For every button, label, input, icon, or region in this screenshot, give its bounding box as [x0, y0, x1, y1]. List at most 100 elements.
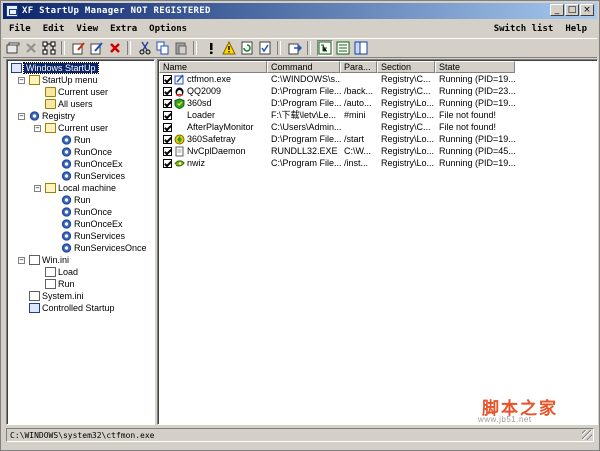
- enable-checkbox[interactable]: [163, 75, 172, 84]
- folder-icon: [45, 87, 56, 97]
- tree-node-startup-menu[interactable]: StartUp menu: [29, 74, 98, 86]
- tree-node-all-users[interactable]: All users: [45, 98, 93, 110]
- table-row[interactable]: ctfmon.exe C:\WINDOWS\s... Registry\C...…: [159, 74, 595, 85]
- collapse-toggle[interactable]: −: [18, 77, 25, 84]
- column-header-state[interactable]: State: [435, 61, 515, 73]
- tree-node-lm-runservicesonce[interactable]: RunServicesOnce: [61, 242, 147, 254]
- table-row[interactable]: 360Safetray D:\Program File... /start Re…: [159, 134, 595, 145]
- tree-node-lm-runonceex[interactable]: RunOnceEx: [61, 218, 123, 230]
- collapse-toggle[interactable]: −: [18, 257, 25, 264]
- row-command: D:\Program File...: [271, 134, 341, 144]
- tree-node-label: Registry: [42, 111, 76, 121]
- minimize-button[interactable]: _: [550, 4, 564, 16]
- menu-options[interactable]: Options: [143, 24, 193, 34]
- tree-node-load[interactable]: Load: [45, 266, 78, 278]
- table-row[interactable]: AfterPlayMonitor C:\Users\Admin... Regis…: [159, 122, 595, 133]
- enable-checkbox[interactable]: [163, 135, 172, 144]
- toolbar-separator: [61, 41, 65, 55]
- table-row[interactable]: nwiz C:\Program File... /inst... Registr…: [159, 158, 595, 169]
- tree-node-system-ini[interactable]: System.ini: [29, 290, 84, 302]
- tree-node-label: Current user: [58, 87, 109, 97]
- registry-key-icon: [61, 243, 72, 253]
- tree-pane[interactable]: Windows StartUp − StartUp menu Current u…: [6, 59, 155, 425]
- table-row[interactable]: QQ2009 D:\Program File... /back... Regis…: [159, 86, 595, 97]
- column-header-command[interactable]: Command: [267, 61, 340, 73]
- view-both-button[interactable]: [353, 40, 369, 56]
- collapse-toggle[interactable]: −: [18, 113, 25, 120]
- tree-node-win-ini[interactable]: Win.ini: [29, 254, 69, 266]
- table-row[interactable]: NvCplDaemon RUNDLL32.EXE C:\W... Registr…: [159, 146, 595, 157]
- copy-button[interactable]: [155, 40, 171, 56]
- tree-node-runonceex[interactable]: RunOnceEx: [61, 158, 123, 170]
- tree-node-label: System.ini: [42, 291, 84, 301]
- column-header-section[interactable]: Section: [377, 61, 435, 73]
- tree-node-lm-run[interactable]: Run: [61, 194, 91, 206]
- maximize-button[interactable]: □: [565, 4, 579, 16]
- tree-node-controlled-startup[interactable]: Controlled Startup: [29, 302, 115, 314]
- menu-file[interactable]: File: [3, 24, 37, 34]
- column-header-name[interactable]: Name: [159, 61, 267, 73]
- tree-node-run[interactable]: Run: [61, 134, 91, 146]
- registry-key-icon: [61, 159, 72, 169]
- enable-checkbox[interactable]: [163, 87, 172, 96]
- tree-node-lm-runonce[interactable]: RunOnce: [61, 206, 112, 218]
- row-command: C:\WINDOWS\s...: [271, 74, 341, 84]
- column-header-params[interactable]: Para...: [340, 61, 377, 73]
- tree-node-windows-startup[interactable]: Windows StartUp: [11, 62, 99, 74]
- table-row[interactable]: Loader F:\下载\letv\Le... #mini Registry\L…: [159, 110, 595, 121]
- refresh-button[interactable]: [239, 40, 255, 56]
- collapse-toggle[interactable]: −: [34, 125, 41, 132]
- menu-switch-list[interactable]: Switch list: [488, 24, 560, 34]
- table-row[interactable]: 360sd D:\Program File... /auto... Regist…: [159, 98, 595, 109]
- enable-checkbox[interactable]: [163, 159, 172, 168]
- enable-checkbox[interactable]: [163, 111, 172, 120]
- menu-help[interactable]: Help: [559, 24, 593, 34]
- collapse-toggle[interactable]: −: [34, 185, 41, 192]
- resize-grip[interactable]: [582, 430, 592, 440]
- tree-node-registry-current-user[interactable]: Current user: [45, 122, 108, 134]
- row-params: /auto...: [344, 98, 372, 108]
- tree-node-registry[interactable]: Registry: [29, 110, 75, 122]
- delete-button[interactable]: [107, 40, 123, 56]
- exclamation-icon: [210, 43, 213, 54]
- controlled-startup-icon: [29, 303, 40, 313]
- edit-button[interactable]: [71, 40, 87, 56]
- folder-icon: [45, 99, 56, 109]
- tree-node-runservices[interactable]: RunServices: [61, 170, 125, 182]
- enable-checkbox[interactable]: [163, 99, 172, 108]
- export-button[interactable]: [287, 40, 303, 56]
- qq-penguin-icon: [175, 87, 184, 97]
- row-section: Registry\Lo...: [381, 110, 435, 120]
- menu-edit[interactable]: Edit: [37, 24, 71, 34]
- menu-extra[interactable]: Extra: [104, 24, 143, 34]
- enable-checkbox[interactable]: [163, 147, 172, 156]
- startup-list[interactable]: Name Command Para... Section State ctfmo…: [157, 59, 598, 425]
- row-state: Running (PID=19...: [439, 158, 516, 168]
- view-list-button[interactable]: [335, 40, 351, 56]
- tree-node-label: Run: [74, 135, 91, 145]
- tree-node-runonce[interactable]: RunOnce: [61, 146, 112, 158]
- edit-note-button[interactable]: [89, 40, 105, 56]
- warning-button[interactable]: [221, 40, 237, 56]
- title-bar[interactable]: XF StartUp Manager NOT REGISTERED _ □ ×: [3, 3, 597, 19]
- view-tree-button[interactable]: [317, 40, 333, 56]
- registry-key-icon: [61, 207, 72, 217]
- exclamation-button[interactable]: [203, 40, 219, 56]
- tree-node-label: Load: [58, 267, 79, 277]
- tree-node-lm-runservices[interactable]: RunServices: [61, 230, 125, 242]
- cut-button[interactable]: [137, 40, 153, 56]
- tree-node-current-user[interactable]: Current user: [45, 86, 108, 98]
- new-button[interactable]: [5, 40, 21, 56]
- tree-node-label: RunOnce: [74, 207, 113, 217]
- tree-node-win-run[interactable]: Run: [45, 278, 75, 290]
- delete-gray-button[interactable]: [23, 40, 39, 56]
- menu-view[interactable]: View: [70, 24, 104, 34]
- enable-checkbox[interactable]: [163, 123, 172, 132]
- tree-button[interactable]: [41, 40, 57, 56]
- row-state: Running (PID=19...: [439, 74, 516, 84]
- close-button[interactable]: ×: [580, 4, 594, 16]
- check-document-button[interactable]: [257, 40, 273, 56]
- row-state: File not found!: [439, 110, 497, 120]
- tree-node-local-machine[interactable]: Local machine: [45, 182, 116, 194]
- paste-button[interactable]: [173, 40, 189, 56]
